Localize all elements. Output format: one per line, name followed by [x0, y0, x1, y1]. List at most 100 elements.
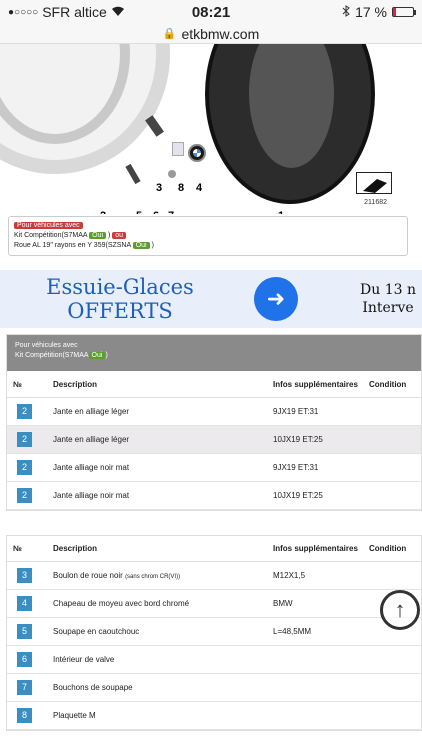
diagram-label-4: 4: [196, 182, 203, 194]
promo-right-text: Du 13 n Interve: [360, 281, 416, 317]
battery-percent: 17 %: [355, 4, 387, 20]
lock-icon: 🔒: [162, 28, 177, 40]
note-line2-prefix: Roue AL 19" rayons en Y 359(SZSNA: [14, 242, 131, 250]
col-description: Description: [47, 371, 267, 398]
vehicle-condition-note: Pour véhicules avec Kit Compétition(S7MA…: [8, 216, 408, 257]
diagram-label-6: 6: [153, 210, 159, 214]
col-number: №: [7, 535, 47, 563]
diagram-label-3: 3: [156, 182, 163, 194]
table1-condition-header: Pour véhicules avec Kit Compétition(S7MA…: [7, 335, 421, 372]
parts-diagram: 2 3 8 4 5 6 7 1 211682: [0, 44, 422, 214]
part-info: 10JX19 ET:25: [267, 481, 363, 510]
promo-line1: Essuie-Glaces: [46, 275, 194, 300]
table-row[interactable]: 7 Bouchons de soupape: [7, 673, 421, 703]
table-row[interactable]: 4 Chapeau de moyeu avec bord chromé BMW: [7, 589, 421, 619]
bluetooth-icon: [342, 4, 350, 20]
status-left: ●○○○○ SFR altice: [8, 4, 125, 20]
url-bar[interactable]: 🔒 etkbmw.com: [0, 24, 422, 44]
table-row[interactable]: 3 Boulon de roue noir (sans chrom CR(VI)…: [7, 561, 421, 591]
arrow-right-icon[interactable]: ➜: [254, 277, 298, 322]
table1-header-oui: Oui: [88, 352, 106, 360]
part-description-note: (sans chrom CR(VI)): [125, 574, 181, 581]
col-info: Infos supplémentaires: [267, 535, 363, 563]
col-description: Description: [47, 535, 267, 563]
bolt-illustration: [145, 115, 164, 137]
col-info: Infos supplémentaires: [267, 371, 363, 398]
part-info: L=48,5MM: [267, 617, 363, 647]
cap-illustration: [168, 170, 176, 178]
part-info: [267, 673, 363, 703]
col-condition: Condition: [363, 535, 421, 563]
table-row[interactable]: 6 Intérieur de valve: [7, 645, 421, 675]
part-number-badge[interactable]: 2: [17, 403, 32, 419]
part-number-badge[interactable]: 8: [17, 708, 32, 724]
valve-illustration: [125, 163, 141, 185]
part-number-badge[interactable]: 3: [17, 568, 32, 584]
diagram-label-7: 7: [168, 210, 174, 214]
url-domain: etkbmw.com: [181, 25, 260, 42]
part-description: Jante alliage noir mat: [47, 481, 267, 510]
parts-table-rims: Pour véhicules avec Kit Compétition(S7MA…: [6, 334, 422, 511]
part-description: Jante en alliage léger: [47, 425, 267, 454]
table-row[interactable]: 2 Jante alliage noir mat 10JX19 ET:25: [7, 481, 421, 510]
table-row[interactable]: 2 Jante en alliage léger 10JX19 ET:25: [7, 425, 421, 454]
diagram-ref-number: 211682: [364, 199, 387, 206]
part-condition: [363, 453, 421, 482]
part-condition: [363, 701, 421, 731]
plate-illustration: [172, 142, 184, 156]
part-number-badge[interactable]: 2: [17, 431, 32, 447]
part-description: Soupape en caoutchouc: [47, 617, 267, 647]
col-number: №: [7, 371, 47, 398]
table1-header-line1: Pour véhicules avec: [15, 342, 78, 350]
note-line1-ou: ou: [112, 232, 127, 240]
part-condition: [363, 425, 421, 454]
table-row[interactable]: 8 Plaquette M: [7, 701, 421, 731]
wifi-icon: [111, 4, 125, 20]
note-title: Pour véhicules avec: [14, 222, 83, 229]
part-number-badge[interactable]: 2: [17, 459, 32, 475]
promo-right-line1: Du 13 n: [360, 282, 416, 299]
promo-line2: OFFERTS: [67, 299, 173, 324]
note-line2-oui: Oui: [132, 242, 150, 250]
part-description: Boulon de roue noir: [53, 571, 123, 581]
part-info: [267, 645, 363, 675]
part-number-badge[interactable]: 5: [17, 624, 32, 640]
part-description: Bouchons de soupape: [47, 673, 267, 703]
diagram-label-1: 1: [278, 210, 284, 214]
part-info: 9JX19 ET:31: [267, 453, 363, 482]
part-info: 10JX19 ET:25: [267, 425, 363, 454]
table2-header-row: № Description Infos supplémentaires Cond…: [7, 535, 421, 563]
table1-header-row: № Description Infos supplémentaires Cond…: [7, 371, 421, 398]
part-description: Jante alliage noir mat: [47, 453, 267, 482]
bmw-logo-illustration: [188, 144, 206, 162]
part-number-badge[interactable]: 4: [17, 596, 32, 612]
part-description: Chapeau de moyeu avec bord chromé: [47, 589, 267, 619]
table-row[interactable]: 5 Soupape en caoutchouc L=48,5MM: [7, 617, 421, 647]
signal-strength: ●○○○○: [8, 6, 39, 18]
part-condition: [363, 561, 421, 591]
reference-icon: [356, 172, 392, 194]
part-condition: [363, 645, 421, 675]
table-row[interactable]: 2 Jante alliage noir mat 9JX19 ET:31: [7, 453, 421, 482]
promo-left-text: Essuie-Glaces OFFERTS: [0, 275, 240, 323]
part-number-badge[interactable]: 6: [17, 652, 32, 668]
part-number-badge[interactable]: 7: [17, 680, 32, 696]
arrow-up-circle-icon[interactable]: ↑: [380, 590, 420, 630]
table1: № Description Infos supplémentaires Cond…: [7, 371, 421, 510]
part-description: Jante en alliage léger: [47, 397, 267, 426]
part-condition: [363, 673, 421, 703]
part-info: BMW: [267, 589, 363, 619]
col-condition: Condition: [363, 371, 421, 398]
table2: № Description Infos supplémentaires Cond…: [7, 535, 421, 731]
note-line2-suffix: ): [151, 242, 154, 250]
part-description: Plaquette M: [47, 701, 267, 731]
promo-banner[interactable]: Essuie-Glaces OFFERTS ➜ Du 13 n Interve: [0, 270, 422, 329]
part-condition: [363, 481, 421, 510]
parts-table-accessories: № Description Infos supplémentaires Cond…: [6, 534, 422, 732]
tire-illustration: [205, 44, 375, 204]
diagram-label-8: 8: [178, 182, 185, 194]
status-bar: ●○○○○ SFR altice 08:21 17 %: [0, 0, 422, 24]
table-row[interactable]: 2 Jante en alliage léger 9JX19 ET:31: [7, 397, 421, 426]
part-info: [267, 701, 363, 731]
part-number-badge[interactable]: 2: [17, 487, 32, 503]
